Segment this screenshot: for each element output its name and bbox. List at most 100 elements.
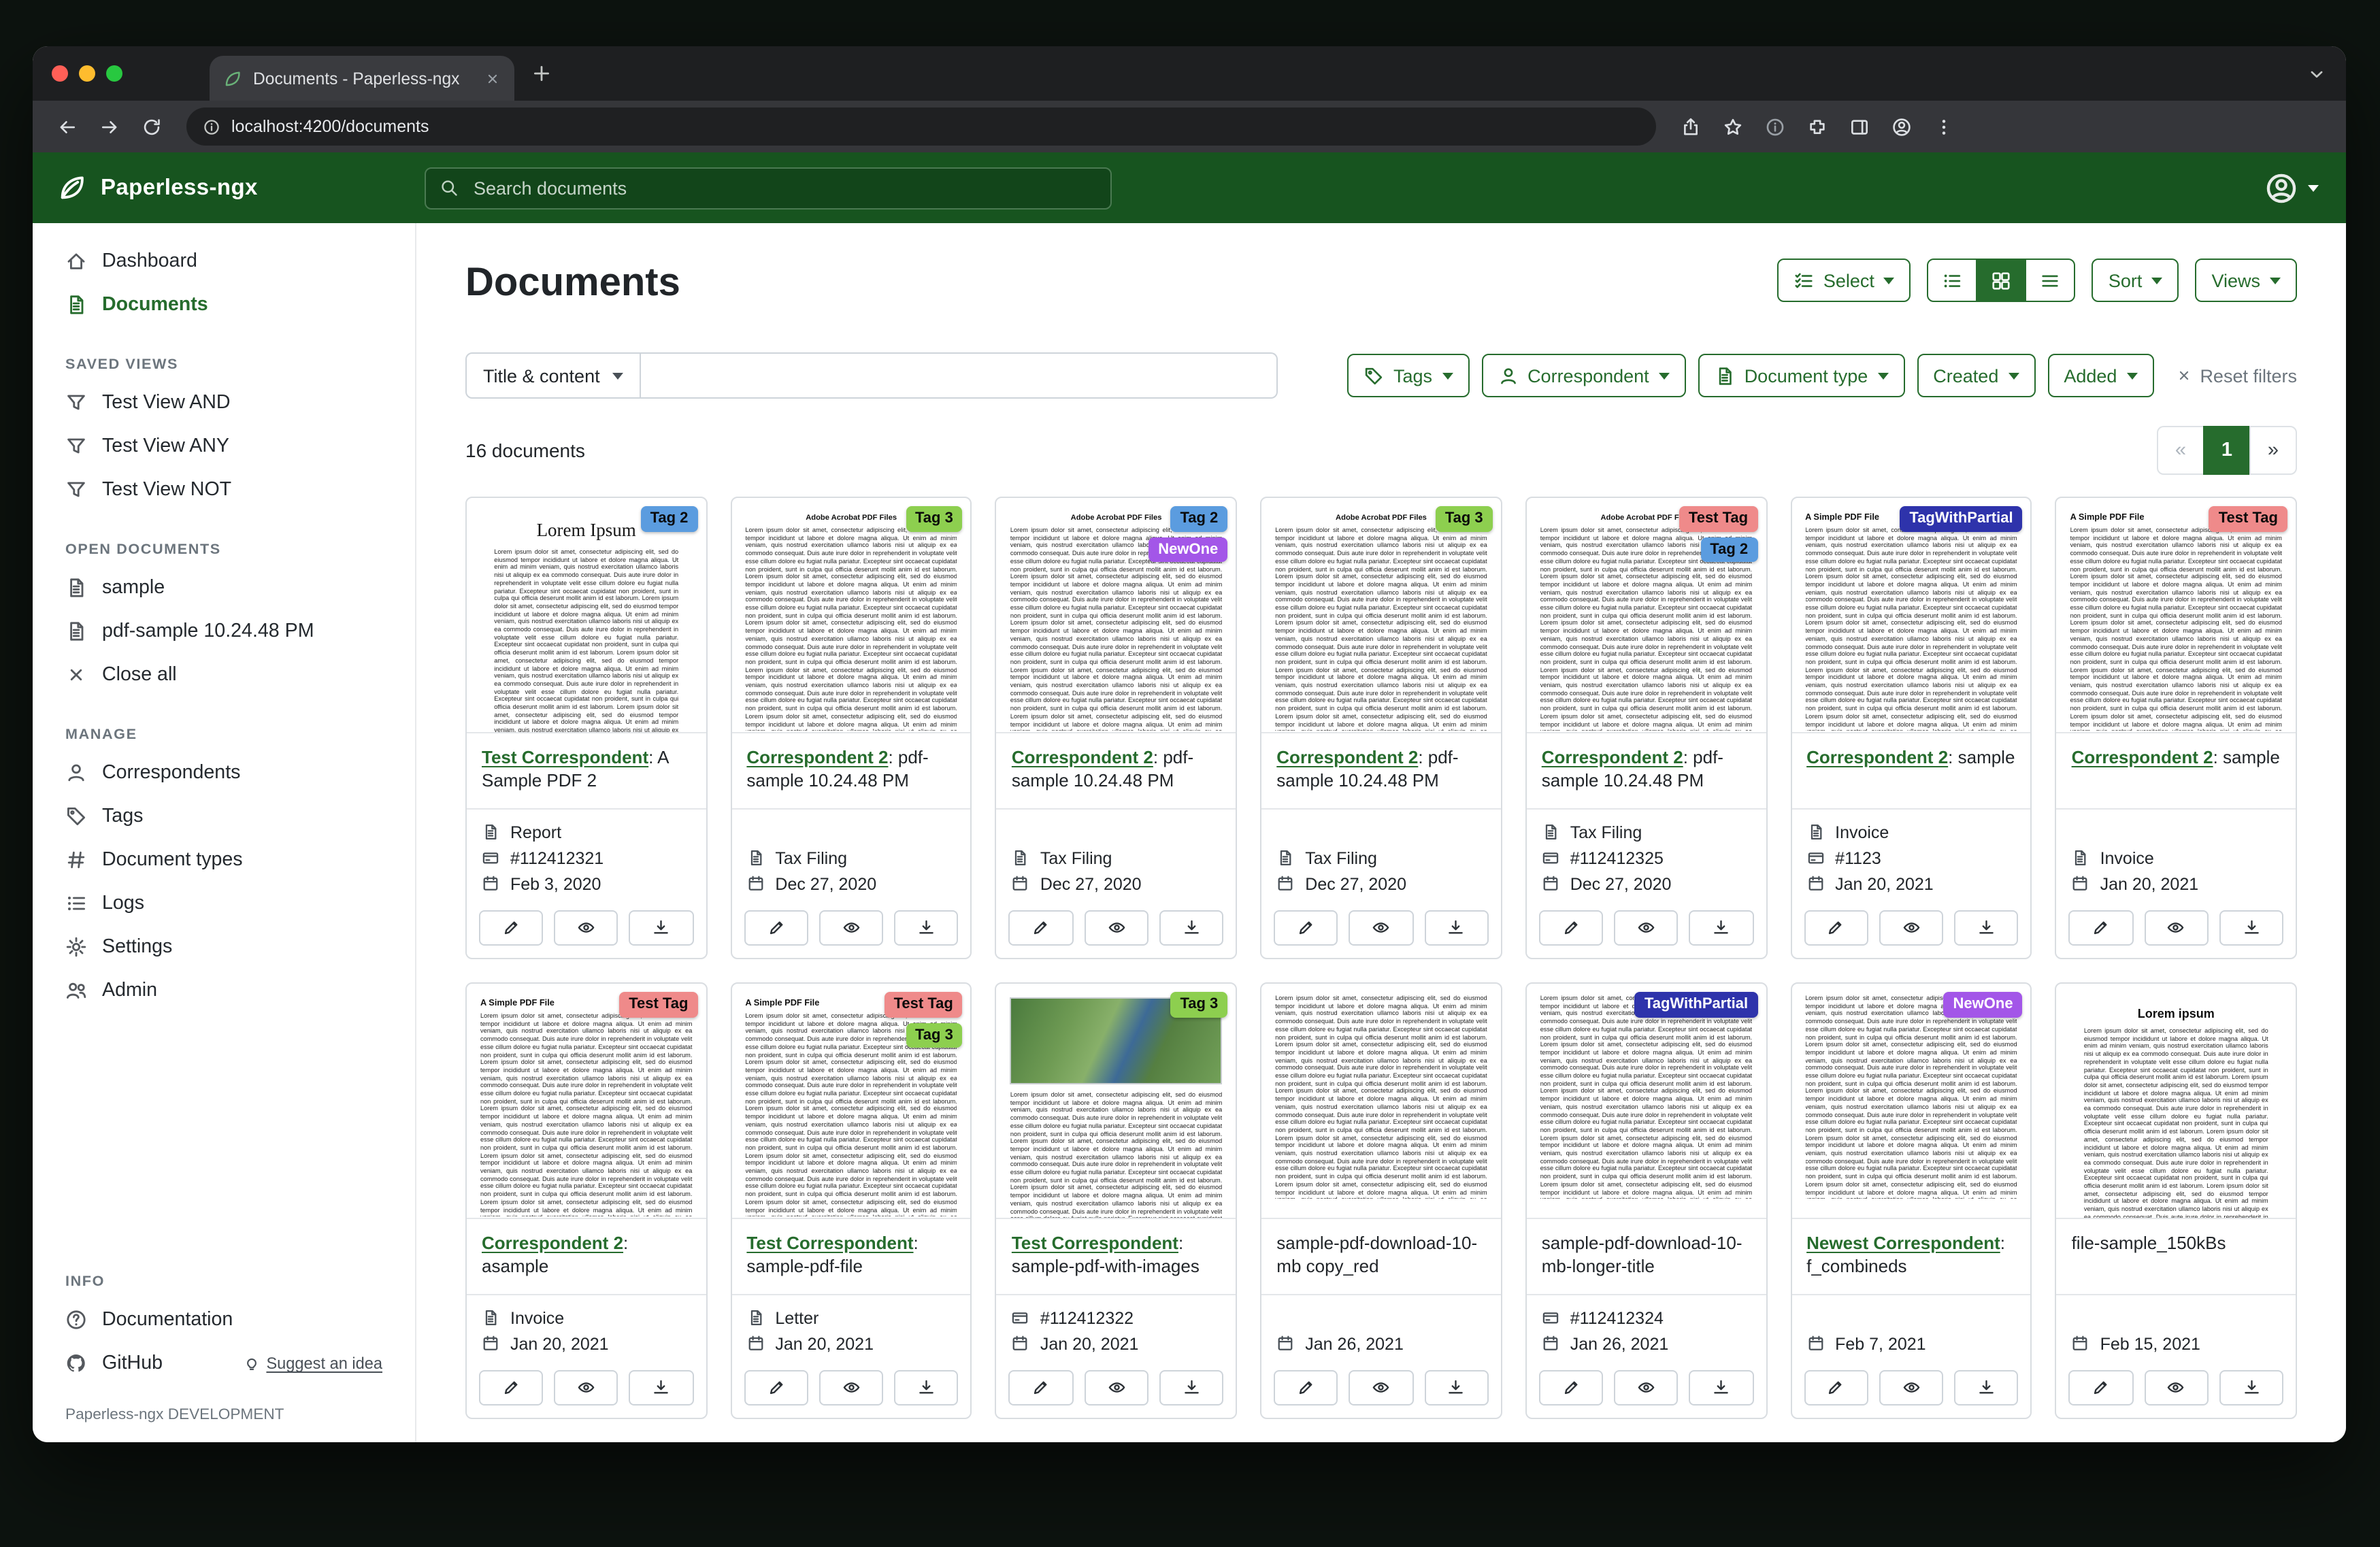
tag-badge-test-tag[interactable]: Test Tag	[2209, 506, 2287, 531]
tag-badge-tag-2[interactable]: Tag 2	[1170, 506, 1227, 531]
tag-badge-test-tag[interactable]: Test Tag	[619, 992, 697, 1017]
extensions-button[interactable]	[1799, 108, 1836, 145]
document-thumbnail[interactable]: Adobe Acrobat PDF FilesLorem ipsum dolor…	[997, 498, 1236, 733]
browser-tab[interactable]: Documents - Paperless-ngx	[210, 56, 514, 101]
document-thumbnail[interactable]: A Simple PDF FileLorem ipsum dolor sit a…	[731, 984, 970, 1219]
reset-filters-button[interactable]: Reset filters	[2175, 365, 2297, 386]
download-button[interactable]	[629, 1370, 693, 1405]
tag-badge-tagwithpartial[interactable]: TagWithPartial	[1635, 992, 1757, 1017]
download-button[interactable]	[1424, 1370, 1488, 1405]
view-button[interactable]	[2144, 1370, 2208, 1405]
download-button[interactable]	[1689, 910, 1753, 946]
correspondent-link[interactable]: Correspondent 2	[1276, 747, 1418, 767]
user-menu[interactable]	[2264, 171, 2346, 205]
filter-added-button[interactable]: Added	[2047, 354, 2153, 397]
download-button[interactable]	[894, 1370, 958, 1405]
correspondent-link[interactable]: Correspondent 2	[2072, 747, 2213, 767]
document-thumbnail[interactable]: Lorem ipsumLorem ipsum dolor sit amet, c…	[2057, 984, 2296, 1219]
view-button[interactable]	[819, 1370, 883, 1405]
edit-button[interactable]	[479, 910, 543, 946]
side-panel-button[interactable]	[1841, 108, 1878, 145]
back-button[interactable]	[49, 108, 86, 145]
tab-close-icon[interactable]	[484, 70, 501, 86]
download-button[interactable]	[1159, 1370, 1223, 1405]
view-button[interactable]	[1349, 910, 1413, 946]
document-title-link[interactable]: sample-pdf-download-10-mb copy_red	[1261, 1219, 1500, 1295]
view-button[interactable]	[2144, 910, 2208, 946]
next-page-button[interactable]: »	[2249, 426, 2297, 475]
download-button[interactable]	[1159, 910, 1223, 946]
document-thumbnail[interactable]: A Simple PDF FileLorem ipsum dolor sit a…	[2057, 498, 2296, 733]
search-input[interactable]	[471, 176, 1097, 199]
tab-search-icon[interactable]	[2307, 63, 2327, 84]
sidebar-item-admin[interactable]: Admin	[33, 969, 415, 1012]
edit-button[interactable]	[1009, 910, 1073, 946]
view-button[interactable]	[1614, 1370, 1678, 1405]
filter-field-dropdown[interactable]: Title & content	[465, 352, 641, 399]
suggest-idea-link[interactable]: Suggest an idea	[243, 1354, 382, 1373]
app-logo[interactable]: Paperless-ngx	[33, 173, 395, 203]
edit-button[interactable]	[1539, 1370, 1603, 1405]
tag-badge-tag-2[interactable]: Tag 2	[641, 506, 698, 531]
correspondent-link[interactable]: Newest Correspondent	[1806, 1233, 2000, 1253]
edit-button[interactable]	[744, 1370, 808, 1405]
filter-tags-button[interactable]: Tags	[1347, 354, 1469, 397]
tag-badge-newone[interactable]: NewOne	[1944, 992, 2023, 1017]
document-thumbnail[interactable]: Lorem IpsumLorem ipsum dolor sit amet, c…	[467, 498, 706, 733]
edit-button[interactable]	[1539, 910, 1603, 946]
sidebar-item-test-view-not[interactable]: Test View NOT	[33, 468, 415, 512]
grid-view-button[interactable]	[1977, 259, 2027, 302]
document-title-link[interactable]: Correspondent 2: sample	[2057, 733, 2296, 810]
document-thumbnail[interactable]: Lorem ipsum dolor sit amet, consectetur …	[1791, 984, 2030, 1219]
correspondent-link[interactable]: Test Correspondent	[482, 747, 648, 767]
sidebar-item-github[interactable]: GitHubSuggest an idea	[33, 1342, 415, 1385]
correspondent-link[interactable]: Test Correspondent	[746, 1233, 913, 1253]
document-thumbnail[interactable]: A Simple PDF FileLorem ipsum dolor sit a…	[467, 984, 706, 1219]
sidebar-item-settings[interactable]: Settings	[33, 925, 415, 969]
download-button[interactable]	[2219, 910, 2283, 946]
edit-button[interactable]	[1274, 1370, 1338, 1405]
sidebar-item-sample[interactable]: sample	[33, 566, 415, 610]
tag-badge-test-tag[interactable]: Test Tag	[885, 992, 963, 1017]
tag-badge-tag-3[interactable]: Tag 3	[906, 506, 963, 531]
edit-button[interactable]	[744, 910, 808, 946]
sidebar-item-pdf-sample-10-24-48-pm[interactable]: pdf-sample 10.24.48 PM	[33, 610, 415, 653]
bookmark-star-button[interactable]	[1715, 108, 1751, 145]
edit-button[interactable]	[2069, 910, 2133, 946]
correspondent-link[interactable]: Correspondent 2	[1542, 747, 1683, 767]
browser-menu-button[interactable]	[1926, 108, 1962, 145]
filter-document-type-button[interactable]: Document type	[1698, 354, 1905, 397]
view-button[interactable]	[554, 1370, 618, 1405]
filter-text-input[interactable]	[641, 352, 1278, 399]
profile-button[interactable]	[1883, 108, 1920, 145]
document-title-link[interactable]: file-sample_150kBs	[2057, 1219, 2296, 1295]
tag-badge-tag-3[interactable]: Tag 3	[906, 1022, 963, 1048]
sidebar-item-documentation[interactable]: Documentation	[33, 1298, 415, 1342]
edit-button[interactable]	[1274, 910, 1338, 946]
edit-button[interactable]	[2069, 1370, 2133, 1405]
sidebar-item-tags[interactable]: Tags	[33, 795, 415, 838]
download-button[interactable]	[629, 910, 693, 946]
correspondent-link[interactable]: Correspondent 2	[1806, 747, 1948, 767]
tag-badge-tagwithpartial[interactable]: TagWithPartial	[1900, 506, 2022, 531]
sidebar-item-test-view-any[interactable]: Test View ANY	[33, 425, 415, 468]
tag-badge-newone[interactable]: NewOne	[1148, 537, 1227, 562]
document-thumbnail[interactable]: Adobe Acrobat PDF FilesLorem ipsum dolor…	[1261, 498, 1500, 733]
tag-badge-tag-3[interactable]: Tag 3	[1170, 992, 1227, 1017]
edit-button[interactable]	[1804, 910, 1868, 946]
reload-button[interactable]	[133, 108, 170, 145]
document-title-link[interactable]: Test Correspondent: sample-pdf-file	[731, 1219, 970, 1295]
view-button[interactable]	[1614, 910, 1678, 946]
view-button[interactable]	[1879, 910, 1943, 946]
edit-button[interactable]	[1009, 1370, 1073, 1405]
sidebar-item-correspondents[interactable]: Correspondents	[33, 751, 415, 795]
document-thumbnail[interactable]: Adobe Acrobat PDF FilesLorem ipsum dolor…	[731, 498, 970, 733]
filter-correspondent-button[interactable]: Correspondent	[1481, 354, 1686, 397]
share-button[interactable]	[1672, 108, 1709, 145]
download-button[interactable]	[894, 910, 958, 946]
page-1-button[interactable]: 1	[2203, 426, 2251, 475]
zoom-window-button[interactable]	[106, 65, 122, 82]
correspondent-link[interactable]: Correspondent 2	[482, 1233, 623, 1253]
download-button[interactable]	[2219, 1370, 2283, 1405]
document-title-link[interactable]: Test Correspondent: sample-pdf-with-imag…	[997, 1219, 1236, 1295]
